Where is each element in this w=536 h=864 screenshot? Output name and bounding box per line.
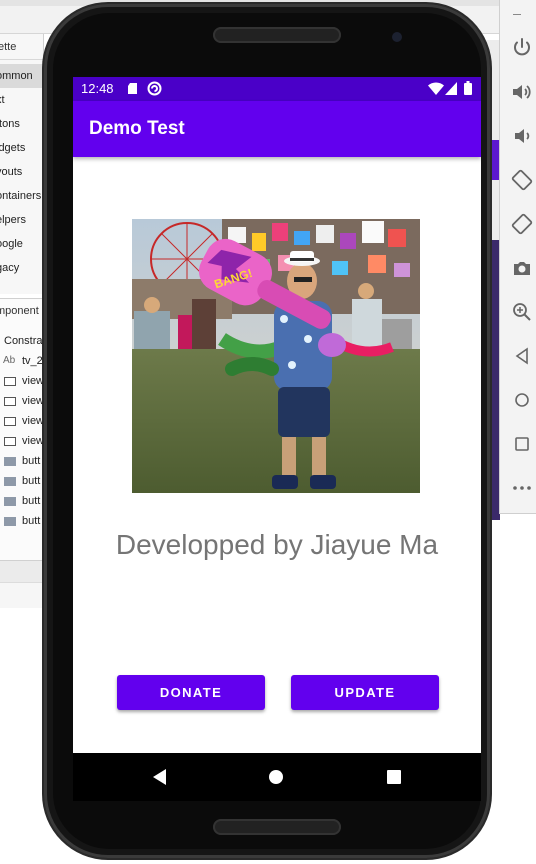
palette-item[interactable]: idgets <box>0 136 43 160</box>
volume-down-icon[interactable] <box>510 124 534 148</box>
sd-card-icon <box>127 82 139 100</box>
phone-frame: 12:48 Demo Test BANG! Developped by Jiay… <box>44 4 490 858</box>
more-icon[interactable] <box>510 476 534 500</box>
overview-icon[interactable] <box>510 432 534 456</box>
nav-back-icon[interactable] <box>150 767 168 792</box>
tree-row[interactable]: Constra <box>0 331 43 351</box>
palette-item[interactable]: youts <box>0 160 43 184</box>
tree-row[interactable]: butt <box>0 511 43 531</box>
tree-row[interactable]: view <box>0 411 43 431</box>
signal-icon <box>445 82 457 100</box>
phone-screen: 12:48 Demo Test BANG! Developped by Jiay… <box>73 77 481 753</box>
tree-row[interactable]: view <box>0 371 43 391</box>
view-icon <box>4 417 16 426</box>
nav-home-icon[interactable] <box>268 769 284 790</box>
back-icon[interactable] <box>510 344 534 368</box>
tree-row[interactable]: butt <box>0 471 43 491</box>
palette-panel: ette ommon xt ttons idgets youts ontaine… <box>0 34 44 294</box>
app-bar: Demo Test <box>73 101 481 157</box>
tree-row[interactable]: butt <box>0 451 43 471</box>
phone-bezel: 12:48 Demo Test BANG! Developped by Jiay… <box>53 13 481 849</box>
palette-item[interactable]: ttons <box>0 112 43 136</box>
wifi-icon <box>428 82 444 100</box>
nav-recents-icon[interactable] <box>386 769 402 790</box>
status-time: 12:48 <box>81 81 114 96</box>
palette-item[interactable]: gacy <box>0 256 43 280</box>
developer-credit: Developped by Jiayue Ma <box>115 529 439 560</box>
battery-icon <box>464 81 472 100</box>
zoom-icon[interactable] <box>510 300 534 324</box>
donate-button[interactable]: DONATE <box>117 675 265 710</box>
palette-item[interactable]: elpers <box>0 208 43 232</box>
view-icon <box>4 377 16 386</box>
rotate-left-icon[interactable] <box>510 168 534 192</box>
power-icon[interactable] <box>510 36 534 60</box>
palette-item[interactable]: ontainers <box>0 184 43 208</box>
profile-photo: BANG! <box>132 219 420 493</box>
update-button[interactable]: UPDATE <box>291 675 439 710</box>
button-icon <box>4 517 16 526</box>
palette-item[interactable]: xt <box>0 88 43 112</box>
emulator-toolbar <box>499 0 536 514</box>
camera-icon[interactable] <box>510 256 534 280</box>
sync-icon <box>147 81 162 101</box>
view-icon <box>4 437 16 446</box>
palette-item[interactable]: ommon <box>0 64 43 88</box>
palette-item[interactable]: oogle <box>0 232 43 256</box>
tree-row[interactable]: view <box>0 391 43 411</box>
ide-panel-divider <box>0 560 44 582</box>
status-bar: 12:48 <box>73 77 481 101</box>
app-title: Demo Test <box>89 118 185 139</box>
button-icon <box>4 497 16 506</box>
palette-header: ette <box>0 34 43 60</box>
home-icon[interactable] <box>510 388 534 412</box>
text-view-icon: Ab <box>3 355 16 366</box>
tree-row[interactable]: butt <box>0 491 43 511</box>
speaker-grille <box>213 27 341 43</box>
speaker-grille <box>213 819 341 835</box>
tree-row[interactable]: Ab tv_2 <box>0 351 43 371</box>
minimize-icon[interactable] <box>513 14 521 15</box>
button-icon <box>4 457 16 466</box>
tree-row[interactable]: view <box>0 431 43 451</box>
volume-up-icon[interactable] <box>510 80 534 104</box>
rotate-right-icon[interactable] <box>510 212 534 236</box>
view-icon <box>4 397 16 406</box>
ide-panel-divider <box>0 582 44 608</box>
navigation-bar <box>73 753 481 801</box>
button-icon <box>4 477 16 486</box>
component-tree: mponent Constra Ab tv_2 view view view vi… <box>0 298 44 560</box>
desktop: ette ommon xt ttons idgets youts ontaine… <box>0 0 536 864</box>
front-camera <box>392 32 402 42</box>
